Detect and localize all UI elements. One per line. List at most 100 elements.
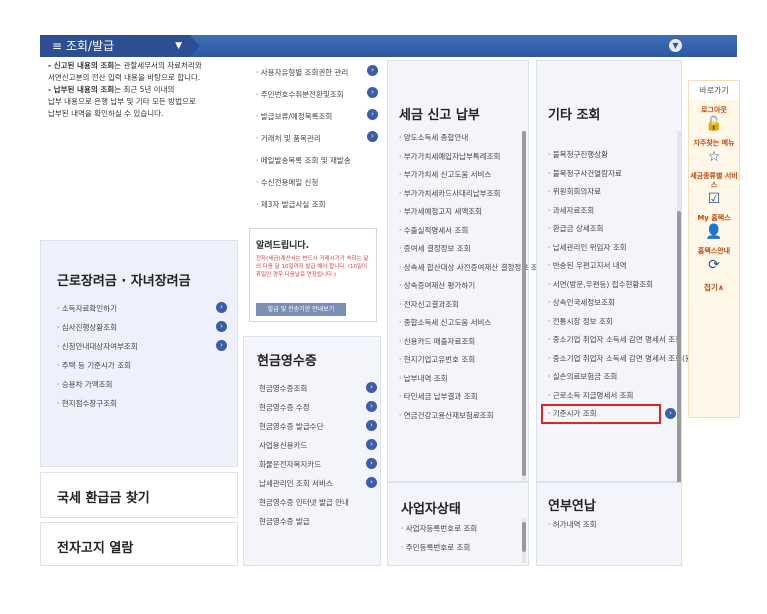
arrow-circle-icon[interactable]: › (366, 401, 377, 412)
list-item[interactable]: · 전통시장 정보 조회 (548, 313, 676, 332)
refund-card[interactable]: 국세 환급금 찾기 (40, 472, 238, 518)
list-item[interactable]: · 승용차 가액조회 (57, 375, 227, 394)
list-item[interactable]: · 사용자유형별 조회권한 관리 › (256, 62, 378, 84)
list-item[interactable]: · 현지기업고유번호 조회 (399, 351, 519, 370)
tax-payment-scrollbar[interactable] (522, 131, 526, 486)
list-item[interactable]: · 납부내역 조회 (399, 370, 519, 389)
arrow-circle-icon[interactable]: › (665, 408, 676, 419)
list-item[interactable]: · 주택 등 기준시가 조회 (57, 356, 227, 375)
list-item[interactable]: · 상속증여재산 평가하기 (399, 277, 519, 296)
menu-dropdown[interactable]: ≡ 조회/발급 ▼ (40, 35, 190, 57)
list-item[interactable]: · 소득자료확인하기 › (57, 299, 227, 318)
arrow-circle-icon[interactable]: › (366, 420, 377, 431)
notice-box: 알려드립니다. 전자(세금)계산서는 반드시 거래시기가 속하는 달의 다음 달… (249, 228, 377, 322)
cash-receipt-title[interactable]: 현금영수증 (257, 350, 317, 369)
arrow-circle-icon[interactable]: › (367, 65, 378, 76)
chevron-down-icon: ▼ (175, 41, 182, 51)
collapse-button[interactable]: 접기∧ (689, 282, 739, 293)
quick-menu-item[interactable]: 세금종류별 서비스 ☑ (689, 172, 739, 208)
e-notice-card[interactable]: 전자고지 열람 (40, 522, 238, 566)
list-item[interactable]: · 과세자료조회 (548, 202, 676, 221)
deadline-guide-button[interactable]: 발급 및 전송기한 안내보기 (256, 303, 346, 316)
tax-payment-title[interactable]: 세금 신고 납부 (399, 104, 480, 123)
quick-menu-item[interactable]: 자주찾는 메뉴 ☆ (689, 139, 739, 166)
list-item[interactable]: · 허가내역 조회 (548, 516, 673, 534)
user-icon: 👤 (705, 224, 723, 240)
arrow-circle-icon[interactable]: › (367, 109, 378, 120)
list-item[interactable]: · 반송된 우편고지서 내역 (548, 257, 676, 276)
list-item[interactable]: · 사업자등록번호로 조회 (401, 519, 511, 538)
list-item[interactable]: 현금영수증조회 › (259, 379, 377, 398)
arrow-circle-icon[interactable]: › (216, 302, 227, 313)
list-item[interactable]: · 불복청구진행상황 (548, 146, 676, 165)
cash-receipt-card: 현금영수증 현금영수증조회 › 현금영수증 수정 › 현금영수증 발급수단 › 사업용신용카… (243, 336, 381, 566)
list-item[interactable]: · 불복청구사건열람자료 (548, 165, 676, 184)
list-item[interactable]: · 근로소득 지급명세서 조회 (548, 387, 676, 406)
list-item[interactable]: · 중소기업 취업자 소득세 감면 명세서 조회(원천징수의무자) (548, 350, 736, 369)
list-item[interactable]: · 상속인국세정보조회 (548, 294, 676, 313)
business-status-title[interactable]: 사업자상태 (401, 498, 461, 517)
menu-title: 조회/발급 (65, 39, 115, 53)
other-inquiry-scrollbar[interactable] (677, 131, 681, 541)
list-item[interactable]: · 신청안내대상자여부조회 › (57, 337, 227, 356)
list-item[interactable]: · 연금건강고용산재보험료조회 (399, 407, 519, 426)
arrow-circle-icon[interactable]: › (366, 477, 377, 488)
list-item[interactable]: · 메일발송목록 조회 및 재발송 (256, 150, 378, 172)
list-item[interactable]: · 환급금 상세조회 (548, 220, 676, 239)
list-item[interactable]: · 종합소득세 신고도움 서비스 (399, 314, 519, 333)
list-item[interactable]: · 부가가치세 신고도움 서비스 (399, 166, 519, 185)
quick-menu-item[interactable]: 로그아웃 🔓 (689, 106, 739, 133)
list-item[interactable]: · 전자신고결과조회 (399, 296, 519, 315)
list-item[interactable]: · 납세관리인 위임자 조회 (548, 239, 676, 258)
arrow-circle-icon[interactable]: › (366, 458, 377, 469)
list-item[interactable]: · 상속세 합산대상 사전증여재산 결정정보 조회 (399, 259, 544, 278)
arrow-circle-icon[interactable]: › (366, 382, 377, 393)
list-item[interactable]: · 수신전용메일 신청 (256, 172, 378, 194)
list-item[interactable]: · 부가세예정고지 세액조회 (399, 203, 519, 222)
hamburger-icon: ≡ (52, 39, 63, 53)
list-item[interactable]: 납세관리인 조회 서비스 › (259, 474, 377, 493)
highlight-box (541, 404, 661, 424)
list-item[interactable]: · 수출실적명세서 조회 (399, 222, 519, 241)
list-item[interactable]: · 실손의료보험금 조회 (548, 368, 676, 387)
list-item[interactable]: 현금영수증 인터넷 발급 안내 (259, 493, 377, 512)
list-item[interactable]: · 부가가치세카드사대리납부조회 (399, 185, 519, 204)
list-item[interactable]: 현금영수증 수정 › (259, 398, 377, 417)
list-item[interactable]: · 부가가치세예입자납부특례조회 (399, 148, 519, 167)
quick-menu-item[interactable]: My 홈택스 👤 (689, 214, 739, 241)
arrow-circle-icon[interactable]: › (367, 87, 378, 98)
list-item[interactable]: · 현지점수창구조회 (57, 394, 227, 413)
star-icon: ☆ (707, 149, 721, 165)
list-item[interactable]: · 주민등록번호로 조회 (401, 538, 511, 557)
e-notice-title[interactable]: 전자고지 열람 (57, 537, 133, 556)
list-item[interactable]: 현금영수증 발급 (259, 512, 377, 531)
list-item[interactable]: · 서면(방문,우편등) 접수현황조회 (548, 276, 676, 295)
list-item[interactable]: 사업용신용카드 › (259, 436, 377, 455)
earned-credit-title[interactable]: 근로장려금 · 자녀장려금 (57, 270, 191, 289)
list-item[interactable]: 현금영수증 발급수단 › (259, 417, 377, 436)
refund-title[interactable]: 국세 환급금 찾기 (57, 487, 150, 506)
quick-menu-title: 바로가기 (689, 81, 739, 100)
arrow-circle-icon[interactable]: › (366, 439, 377, 450)
list-item[interactable]: · 발급보류/예정목록조회 › (256, 106, 378, 128)
list-item[interactable]: · 신용카드 매출자료조회 (399, 333, 519, 352)
list-item[interactable]: · 중소기업 취업자 소득세 감면 명세서 조회 (548, 331, 682, 350)
pension-title[interactable]: 연부연납 (548, 495, 596, 514)
list-item[interactable]: · 양도소득세 종합안내 (399, 129, 519, 148)
list-item[interactable]: · 위원회회의자료 (548, 183, 676, 202)
arrow-circle-icon[interactable]: › (367, 131, 378, 142)
list-item[interactable]: · 주민번호수취분전환및조회 › (256, 84, 378, 106)
other-inquiry-title[interactable]: 기타 조회 (548, 104, 600, 123)
list-item[interactable]: · 타인세금 납부결과 조회 (399, 388, 519, 407)
business-status-card: 사업자상태 · 사업자등록번호로 조회 · 주민등록번호로 조회 (387, 482, 529, 566)
list-item[interactable]: · 거래처 및 품목관리 › (256, 128, 378, 150)
business-status-scrollbar[interactable] (522, 518, 526, 563)
list-item[interactable]: 화물운전자복지카드 › (259, 455, 377, 474)
expand-circle-icon[interactable]: ▼ (669, 39, 682, 52)
list-item[interactable]: · 제3자 발급사실 조회 (256, 194, 378, 216)
arrow-circle-icon[interactable]: › (216, 321, 227, 332)
list-item[interactable]: · 심사진행상황조회 › (57, 318, 227, 337)
list-item[interactable]: · 증여세 결정정보 조회 (399, 240, 519, 259)
quick-menu-item[interactable]: 홈택스안내 ⟳ (689, 247, 739, 274)
arrow-circle-icon[interactable]: › (216, 340, 227, 351)
